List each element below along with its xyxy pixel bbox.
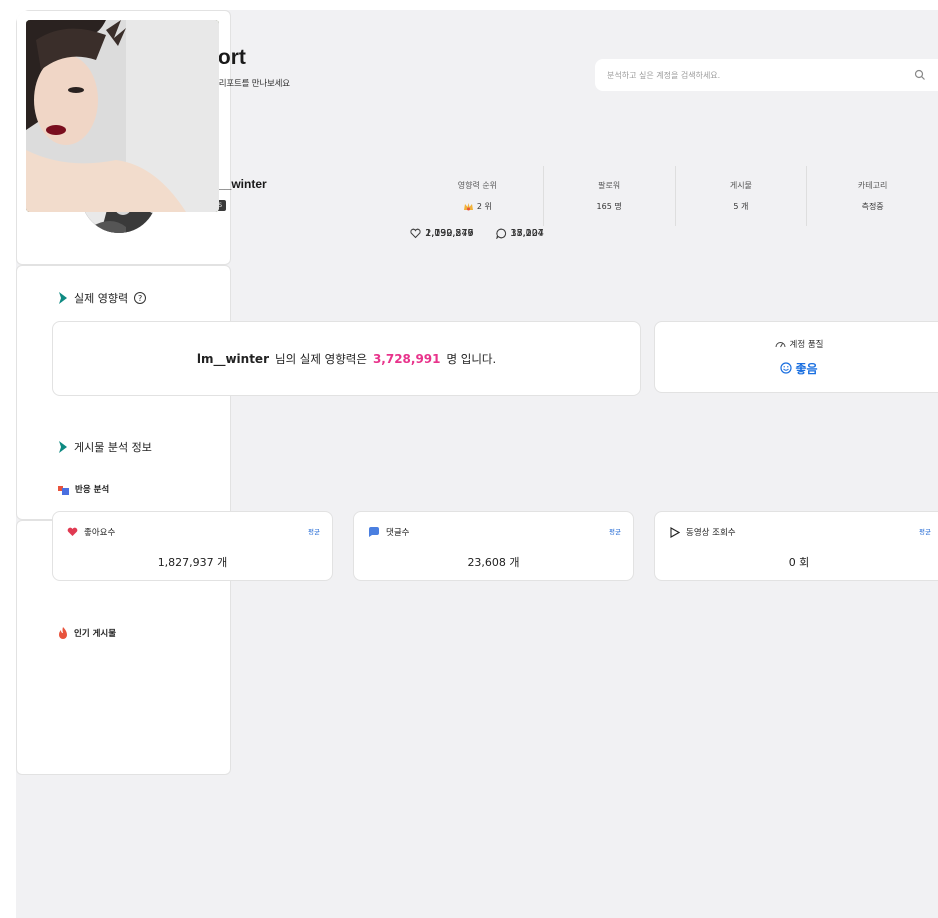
influence-card: lm__winter 님의 실제 영향력은 3,728,991 명 입니다. xyxy=(52,321,641,396)
metric-avg-link[interactable]: 평균 xyxy=(308,526,320,536)
post-photo xyxy=(26,20,219,212)
metric-card-likes: 좋아요수 평균 1,827,937 개 xyxy=(52,511,333,581)
influence-suffix: 명 입니다. xyxy=(446,351,497,366)
search-icon[interactable] xyxy=(914,69,926,81)
play-icon xyxy=(670,526,680,538)
influence-prefix: 님의 실제 영향력은 xyxy=(274,351,367,366)
popular-title: 인기 게시물 xyxy=(58,627,116,639)
stat-label: 게시물 xyxy=(729,181,752,190)
stat-value: 165 명 xyxy=(596,202,622,211)
stat-category: 카테고리 측정중 xyxy=(806,166,938,226)
heart-outline-icon xyxy=(410,228,421,239)
metric-value: 0 회 xyxy=(788,556,810,569)
help-icon[interactable]: ? xyxy=(134,292,147,304)
quality-label: 계정 품질 xyxy=(775,338,824,350)
stat-followers: 팔로워 165 명 xyxy=(542,166,675,226)
fire-icon xyxy=(59,627,67,639)
popular-title-text: 인기 게시물 xyxy=(74,629,117,639)
stat-value: 5 개 xyxy=(733,202,749,211)
stat-rank: 영향력 순위 2 위 xyxy=(412,166,543,226)
stat-value: 측정중 xyxy=(861,202,884,211)
chevron-right-icon xyxy=(59,441,67,453)
reaction-chart-icon xyxy=(58,485,69,495)
heart-icon xyxy=(67,527,78,536)
metric-label: 좋아요수 xyxy=(84,528,116,538)
metric-value: 23,608 개 xyxy=(467,556,520,569)
chevron-right-icon xyxy=(59,292,67,304)
influence-value: 3,728,991 xyxy=(372,351,441,366)
post-comments: 17,104 xyxy=(495,228,544,239)
post-likes-count: 1,732,549 xyxy=(425,228,474,239)
section-title-posts: 게시물 분석 정보 xyxy=(58,439,152,455)
influence-username: lm__winter xyxy=(196,351,269,366)
stat-label: 팔로워 xyxy=(598,181,621,190)
metric-head: 좋아요수 xyxy=(67,526,115,538)
quality-value: 좋음 xyxy=(780,360,818,377)
metric-label: 동영상 조회수 xyxy=(686,528,736,538)
metric-card-comments: 댓글수 평균 23,608 개 xyxy=(353,511,634,581)
quality-card: 계정 품질 좋음 xyxy=(654,321,938,393)
stat-label: 카테고리 xyxy=(857,181,888,190)
metric-avg-link[interactable]: 평균 xyxy=(609,526,621,536)
post-likes: 1,732,549 xyxy=(410,228,474,239)
reaction-title: 반응 분석 xyxy=(58,483,109,495)
post-image[interactable] xyxy=(26,20,219,212)
stat-value-text: 2 위 xyxy=(476,202,492,211)
post-stats: 1,732,549 17,104 xyxy=(16,228,938,239)
smile-icon xyxy=(780,362,793,374)
quality-label-text: 계정 품질 xyxy=(789,339,824,350)
comment-outline-icon xyxy=(495,228,506,239)
stat-posts: 게시물 5 개 xyxy=(674,166,807,226)
quality-value-text: 좋음 xyxy=(795,361,818,376)
metric-label: 댓글수 xyxy=(386,528,410,538)
section-title-text: 실제 영향력 xyxy=(74,292,129,305)
search-input[interactable] xyxy=(607,70,914,80)
metric-value: 1,827,937 개 xyxy=(157,556,228,569)
metric-head: 댓글수 xyxy=(368,526,409,538)
reaction-title-text: 반응 분석 xyxy=(75,485,110,495)
comment-icon xyxy=(369,527,379,537)
metric-card-views: 동영상 조회수 평균 0 회 xyxy=(654,511,938,581)
gauge-icon xyxy=(775,341,785,347)
section-title-influence: 실제 영향력 ? xyxy=(58,290,147,306)
stat-label: 영향력 순위 xyxy=(457,181,498,190)
metric-head: 동영상 조회수 xyxy=(669,526,736,538)
metric-avg-link[interactable]: 평균 xyxy=(919,526,931,536)
stat-value: 2 위 xyxy=(463,201,492,212)
post-comments-count: 17,104 xyxy=(510,228,544,239)
crown-icon xyxy=(463,202,473,210)
influence-sentence: lm__winter 님의 실제 영향력은 3,728,991 명 입니다. xyxy=(197,351,496,367)
search-bar[interactable] xyxy=(595,59,938,91)
section-title-text: 게시물 분석 정보 xyxy=(74,441,152,454)
report-page: Influencer Report 인펫팅인의 기술력으로 분석한, 정교한 인… xyxy=(16,10,938,918)
profile-stats: 영향력 순위 2 위 팔로워 165 명 게시물 5 개 카테고리 측정중 xyxy=(412,166,938,226)
